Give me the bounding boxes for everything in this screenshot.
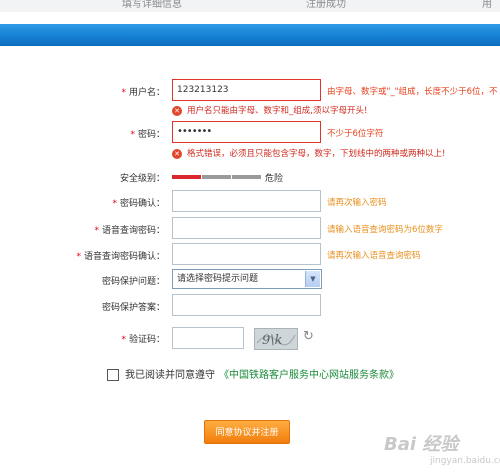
question-label: 密码保护问题：	[101, 277, 165, 287]
voice-password-hint: 请输入语音查询密码为6位数字	[327, 225, 443, 235]
confirm-label: * 密码确认：	[112, 199, 165, 209]
strength-seg-2	[202, 175, 231, 179]
strength-meter	[172, 175, 262, 179]
captcha-label: * 验证码：	[121, 335, 165, 345]
captcha-input[interactable]	[172, 327, 244, 349]
step-next: 用	[482, 0, 492, 10]
confirm-password-input[interactable]	[172, 190, 321, 212]
error-icon: ✕	[172, 105, 182, 116]
strength-seg-1	[172, 175, 201, 179]
answer-input[interactable]	[172, 294, 321, 316]
voice-password-input[interactable]	[172, 217, 321, 239]
baidu-watermark: Bai 经验	[384, 434, 459, 455]
captcha-image[interactable]: 9\k	[254, 328, 298, 350]
question-select[interactable]: 请选择密码提示问题 ▼	[172, 269, 322, 289]
terms-link[interactable]: 《中国铁路客户服务中心网站服务条款》	[219, 370, 399, 381]
answer-label: 密码保护答案：	[101, 303, 165, 313]
username-error: ✕ 用户名只能由字母、数字和_组成,须以字母开头!	[172, 104, 367, 116]
agree-row: 我已阅读并同意遵守 《中国铁路客户服务中心网站服务条款》	[107, 366, 399, 381]
password-input[interactable]: •••••••	[172, 121, 321, 143]
strength-level: 危险	[265, 174, 284, 184]
captcha-text: 9\k	[262, 333, 283, 348]
chevron-down-icon[interactable]: ▼	[305, 271, 320, 287]
agree-text: 我已阅读并同意遵守	[125, 370, 215, 381]
username-hint: 由字母、数字或"_"组成，长度不少于6位，不	[327, 87, 498, 97]
step-fill-details: 填写详细信息	[122, 0, 182, 10]
agree-checkbox[interactable]	[107, 369, 119, 381]
strength-seg-3	[232, 175, 261, 179]
voice-confirm-hint: 请再次输入语音查询密码	[327, 251, 421, 261]
captcha-graphic: 9\k	[256, 333, 296, 348]
registration-steps: 填写详细信息 注册成功 用	[0, 0, 500, 12]
header-bar	[0, 24, 500, 46]
username-input[interactable]: 123213123	[172, 79, 321, 101]
password-error: ✕ 格式错误，必须且只能包含字母，数字，下划线中的两种或两种以上!	[172, 147, 445, 159]
question-selected: 请选择密码提示问题	[177, 274, 259, 284]
refresh-icon[interactable]: ↻	[303, 329, 314, 344]
confirm-hint: 请再次输入密码	[327, 198, 387, 208]
username-label: * 用户名：	[121, 88, 165, 98]
password-label: * 密码：	[130, 130, 165, 140]
password-hint: 不少于6位字符	[327, 129, 384, 139]
step-register-success: 注册成功	[306, 0, 346, 10]
voice-password-label: * 语音查询密码：	[94, 226, 165, 236]
voice-confirm-input[interactable]	[172, 243, 321, 265]
voice-confirm-label: * 语音查询密码确认：	[76, 252, 165, 262]
error-icon: ✕	[172, 148, 182, 159]
agree-register-button[interactable]: 同意协议并注册	[204, 420, 290, 444]
strength-label: 安全级别：	[119, 174, 165, 184]
baidu-watermark-url: jingyan.baidu.com	[430, 456, 500, 466]
